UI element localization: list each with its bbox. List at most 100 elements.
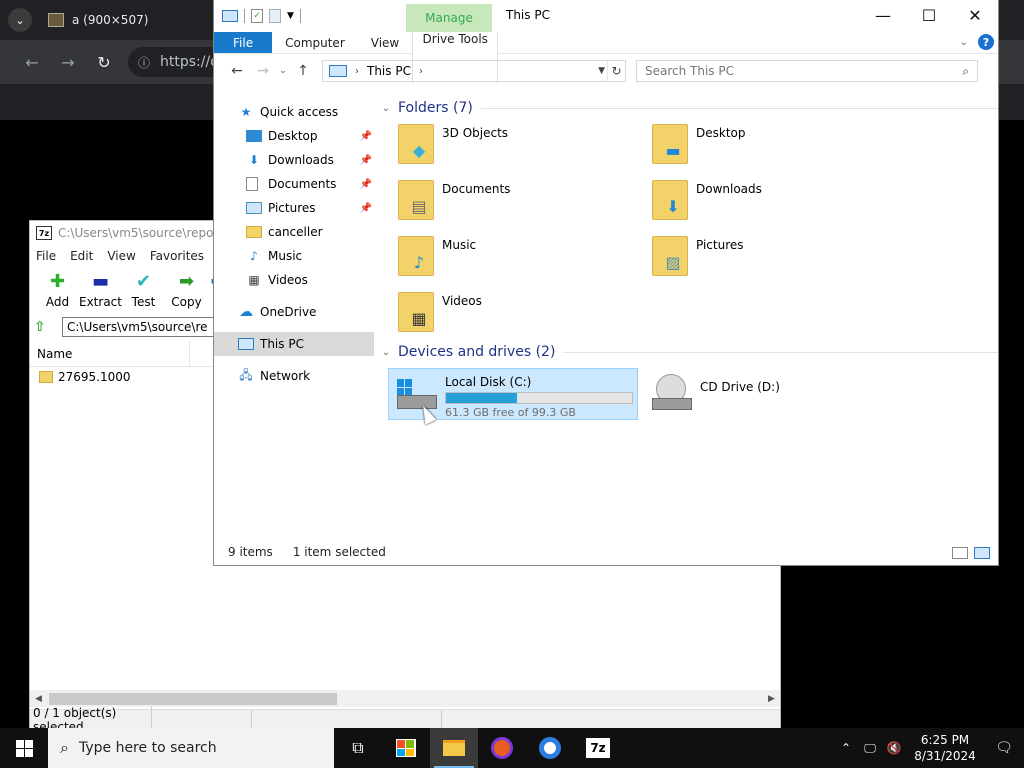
minimize-button[interactable]: — [860,0,906,30]
breadcrumb-chevron-icon[interactable]: › [419,66,423,77]
sevenzip-extract-button[interactable]: ▬ Extract [79,271,122,309]
collapse-chevron-icon[interactable]: ⌄ [380,347,392,358]
browser-back-icon[interactable]: ← [14,53,50,72]
nav-label: Network [260,369,311,383]
folder-name: Documents [442,182,511,196]
folder-desktop[interactable]: ▬ Desktop [650,120,904,176]
sevenzip-menu-favorites[interactable]: Favorites [150,249,204,263]
taskbar-7zip-button[interactable]: 7z [574,728,622,768]
minus-icon: ▬ [91,271,109,292]
properties-icon[interactable]: ✓ [251,9,263,23]
sevenzip-menu-file[interactable]: File [36,249,56,263]
folder-icon: ♪ [396,236,436,278]
notification-center-icon[interactable]: 🗨 [984,740,1024,756]
drive-cd-d[interactable]: CD Drive (D:) [644,368,894,420]
sevenzip-menu-edit[interactable]: Edit [70,249,93,263]
breadcrumb-this-pc[interactable]: This PC [367,64,411,78]
nav-label: Music [268,249,303,263]
taskbar-chrome-button[interactable] [526,728,574,768]
folder-3d-objects[interactable]: ◆ 3D Objects [396,120,650,176]
folder-pictures[interactable]: ▨ Pictures [650,232,904,288]
nav-item-documents[interactable]: Documents 📌 [214,172,374,196]
taskbar-store-button[interactable] [382,728,430,768]
taskbar-firefox-button[interactable] [478,728,526,768]
details-view-icon[interactable] [952,547,968,559]
scroll-right-icon[interactable]: ▶ [763,694,780,704]
network-status-icon[interactable]: 🖵 [858,741,882,756]
folder-music[interactable]: ♪ Music [396,232,650,288]
nav-item-videos[interactable]: ▦ Videos [214,268,374,292]
address-dropdown-chevron-icon[interactable]: ▼ [598,66,605,76]
sevenzip-file-name: 27695.1000 [58,370,131,384]
nav-item-this-pc[interactable]: This PC [214,332,374,356]
windows-logo-icon [15,739,33,757]
close-button[interactable]: ✕ [952,0,998,30]
folder-icon: ▤ [396,180,436,222]
browser-forward-icon[interactable]: → [50,53,86,72]
ribbon-right: ⌄ ? [960,34,994,50]
folders-group-header[interactable]: ⌄ Folders (7) [380,96,998,120]
large-icons-view-icon[interactable] [974,547,990,559]
window-controls: — ☐ ✕ [860,0,998,30]
collapse-chevron-icon[interactable]: ⌄ [380,103,392,114]
search-input[interactable]: Search This PC ⌕ [636,60,978,82]
sevenzip-column-name[interactable]: Name [30,341,190,366]
recent-locations-chevron-icon[interactable]: ⌄ [276,66,290,76]
nav-label: OneDrive [260,305,317,319]
address-bar[interactable]: › This PC › ▼ ↻ [322,60,626,82]
clock[interactable]: 6:25 PM 8/31/2024 [906,732,984,764]
volume-muted-icon[interactable]: 🔇 [882,741,906,755]
sevenzip-copy-button[interactable]: ➡ Copy [165,271,208,309]
nav-label: Videos [268,273,308,287]
tab-manage[interactable]: Manage [406,4,492,32]
browser-reload-icon[interactable]: ↻ [86,53,122,72]
nav-item-downloads[interactable]: ⬇ Downloads 📌 [214,148,374,172]
folder-name: Desktop [696,126,746,140]
forward-arrow-icon[interactable]: → [250,63,276,79]
folder-videos[interactable]: ▦ Videos [396,288,650,344]
new-folder-icon[interactable] [269,9,281,23]
scroll-left-icon[interactable]: ◀ [30,694,47,704]
nav-item-music[interactable]: ♪ Music [214,244,374,268]
site-info-icon[interactable]: ⓘ [138,54,150,71]
folder-documents[interactable]: ▤ Documents [396,176,650,232]
tab-view[interactable]: View [358,32,412,53]
sevenzip-add-button[interactable]: ✚ Add [36,271,79,309]
search-icon[interactable]: ⌕ [962,64,969,79]
tab-computer[interactable]: Computer [272,32,358,53]
sevenzip-menu-view[interactable]: View [107,249,135,263]
sevenzip-test-button[interactable]: ✔ Test [122,271,165,309]
start-button[interactable] [0,728,48,768]
tab-search-chevron-icon[interactable]: ⌄ [8,8,32,32]
nav-item-onedrive[interactable]: ☁ OneDrive [214,300,374,324]
taskbar-explorer-button[interactable] [430,728,478,768]
tray-chevron-up-icon[interactable]: ⌃ [834,741,858,755]
back-arrow-icon[interactable]: ← [224,63,250,79]
devices-group-header[interactable]: ⌄ Devices and drives (2) [380,340,998,364]
arrow-right-icon: ➡ [178,271,195,292]
expand-ribbon-chevron-icon[interactable]: ⌄ [960,37,968,48]
refresh-icon[interactable]: ↻ [607,61,625,81]
customize-qat-chevron-icon[interactable]: ▼ [287,11,294,21]
maximize-button[interactable]: ☐ [906,0,952,30]
tab-file[interactable]: File [214,32,273,53]
taskbar-search-input[interactable]: ⌕ Type here to search [48,728,334,768]
breadcrumb-chevron-icon[interactable]: › [355,66,359,77]
nav-item-canceller[interactable]: canceller [214,220,374,244]
up-arrow-icon[interactable]: ↑ [290,63,316,79]
task-view-button[interactable]: ⧉ [334,728,382,768]
scrollbar-thumb[interactable] [49,692,337,705]
sevenzip-icon: 7z [586,738,610,758]
nav-item-quick-access[interactable]: ★ Quick access [214,100,374,124]
help-icon[interactable]: ? [978,34,994,50]
nav-item-pictures[interactable]: Pictures 📌 [214,196,374,220]
computer-icon[interactable] [222,10,238,22]
browser-tab-title[interactable]: a (900×507) [72,13,148,27]
divider [299,9,301,23]
nav-item-network[interactable]: 🖧 Network [214,364,374,388]
sevenzip-horizontal-scrollbar[interactable]: ◀ ▶ [30,690,780,707]
nav-item-desktop[interactable]: Desktop 📌 [214,124,374,148]
folder-downloads[interactable]: ⬇ Downloads [650,176,904,232]
folder-up-icon[interactable]: ⇧ [34,319,54,335]
